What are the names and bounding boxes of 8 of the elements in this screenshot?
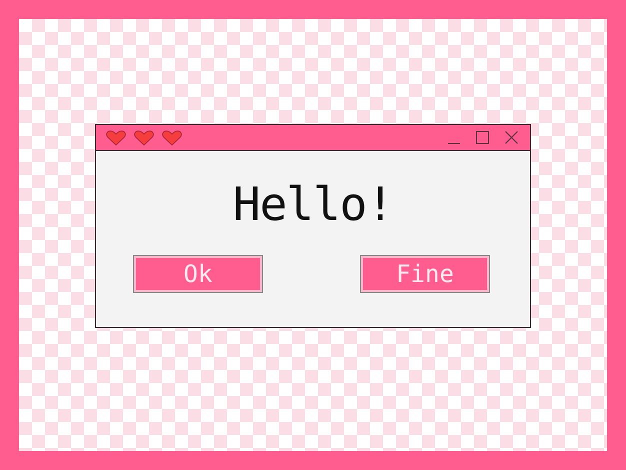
close-icon[interactable] [505, 131, 518, 144]
dialog-message: Hello! [232, 181, 394, 227]
heart-icon [134, 130, 154, 146]
heart-icon [162, 130, 182, 146]
dialog-button[interactable]: Ok [134, 256, 262, 292]
dialog-button[interactable]: Fine [361, 256, 489, 292]
maximize-icon[interactable] [476, 131, 489, 144]
heart-icon [106, 130, 126, 146]
